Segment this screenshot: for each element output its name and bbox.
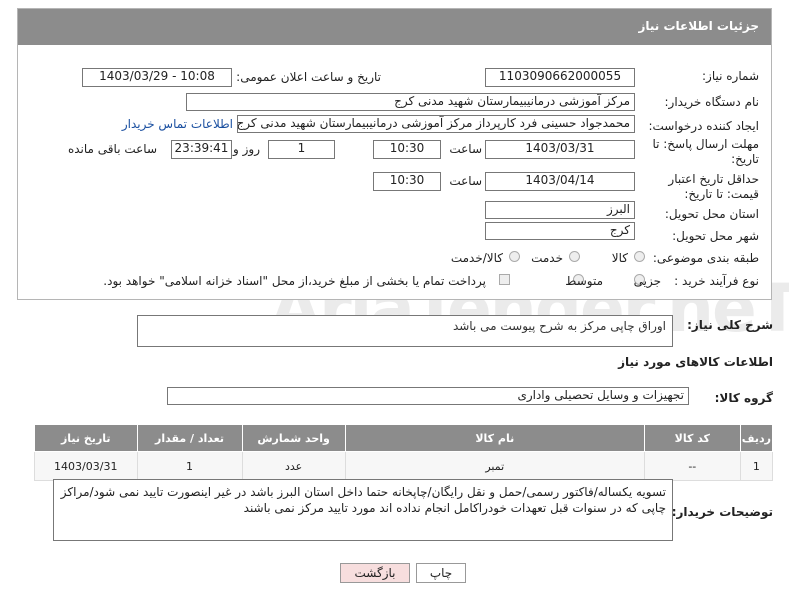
goods-group-field: تجهیزات و وسایل تحصیلی واداری <box>167 387 689 405</box>
category-option-goods: کالا <box>611 251 628 265</box>
city-label: شهر محل تحویل: <box>672 229 759 243</box>
items-table: ردیف کد کالا نام کالا واحد شمارش تعداد /… <box>34 424 774 481</box>
buyer-notes-label: توضیحات خریدار: <box>671 505 773 519</box>
province-label: استان محل تحویل: <box>664 207 759 221</box>
validity-time-field: 10:30 <box>373 172 441 191</box>
announce-field: 1403/03/29 - 10:08 <box>82 68 232 87</box>
cell-date: 1403/03/31 <box>34 451 138 481</box>
need-number-field: 1103090662000055 <box>485 68 635 87</box>
remaining-label: ساعت باقی مانده <box>67 142 157 156</box>
process-label: نوع فرآیند خرید : <box>674 274 759 288</box>
cell-unit: عدد <box>241 451 346 481</box>
category-option-both: کالا/خدمت <box>450 251 503 265</box>
col-qty: تعداد / مقدار <box>136 424 243 452</box>
validity-date-field: 1403/04/14 <box>485 172 635 191</box>
category-option-service: خدمت <box>531 251 563 265</box>
days-label: روز و <box>233 142 260 156</box>
province-field: البرز <box>485 201 635 219</box>
validity-label: حداقل تاریخ اعتبار قیمت: تا تاریخ: <box>668 172 759 201</box>
description-field: اوراق چاپی مرکز به شرح پیوست می باشد <box>137 315 673 347</box>
col-code: کد کالا <box>643 424 741 452</box>
payment-note: پرداخت تمام یا بخشی از مبلغ خرید،از محل … <box>103 274 486 288</box>
cell-row: 1 <box>739 451 774 481</box>
category-label: طبقه بندی موضوعی: <box>652 251 759 265</box>
table-header-row: ردیف کد کالا نام کالا واحد شمارش تعداد /… <box>34 424 774 452</box>
description-label: شرح کلی نیاز: <box>687 318 773 332</box>
category-radio-both[interactable] <box>509 251 520 262</box>
contact-buyer-link[interactable]: اطلاعات تماس خریدار <box>122 117 233 131</box>
cell-code: -- <box>643 451 741 481</box>
table-row: 1 -- تمبر عدد 1 1403/03/31 <box>34 451 774 481</box>
back-button[interactable]: بازگشت <box>340 563 410 583</box>
process-option-minor: جزیی <box>633 274 661 288</box>
process-option-medium: متوسط <box>565 274 603 288</box>
col-unit: واحد شمارش <box>241 424 346 452</box>
deadline-time-label: ساعت <box>449 142 482 156</box>
city-field: کرج <box>485 222 635 240</box>
creator-field: محمدجواد حسینی فرد کارپرداز مرکز آموزشی … <box>237 115 635 133</box>
validity-time-label: ساعت <box>449 174 482 188</box>
cell-name: تمبر <box>344 451 645 481</box>
deadline-label: مهلت ارسال پاسخ: تا تاریخ: <box>652 137 759 166</box>
treasury-checkbox[interactable] <box>499 274 510 285</box>
days-field: 1 <box>268 140 335 159</box>
announce-label: تاریخ و ساعت اعلان عمومی: <box>236 70 381 84</box>
col-name: نام کالا <box>344 424 645 452</box>
buyer-org-label: نام دستگاه خریدار: <box>664 95 760 109</box>
need-number-label: شماره نیاز: <box>702 69 759 83</box>
goods-group-label: گروه کالا: <box>714 391 773 405</box>
col-date: تاریخ نیاز <box>34 424 138 452</box>
col-row: ردیف <box>739 424 774 452</box>
deadline-time-field: 10:30 <box>373 140 441 159</box>
buyer-notes-field: تسویه یکساله/فاکتور رسمی/حمل و نقل رایگا… <box>53 479 673 541</box>
buyer-org-field: مرکز آموزشی درمانیبیمارستان شهید مدنی کر… <box>186 93 635 111</box>
category-radio-goods[interactable] <box>634 251 645 262</box>
deadline-date-field: 1403/03/31 <box>485 140 635 159</box>
panel-header: جزئیات اطلاعات نیاز <box>18 9 771 45</box>
category-radio-service[interactable] <box>569 251 580 262</box>
details-panel: جزئیات اطلاعات نیاز شماره نیاز: 11030906… <box>17 8 772 300</box>
panel-title: جزئیات اطلاعات نیاز <box>638 19 759 33</box>
creator-label: ایجاد کننده درخواست: <box>648 119 759 133</box>
remaining-time-field: 23:39:41 <box>171 140 232 159</box>
print-button[interactable]: چاپ <box>416 563 466 583</box>
cell-qty: 1 <box>136 451 243 481</box>
goods-section-title: اطلاعات کالاهای مورد نیاز <box>618 355 773 369</box>
